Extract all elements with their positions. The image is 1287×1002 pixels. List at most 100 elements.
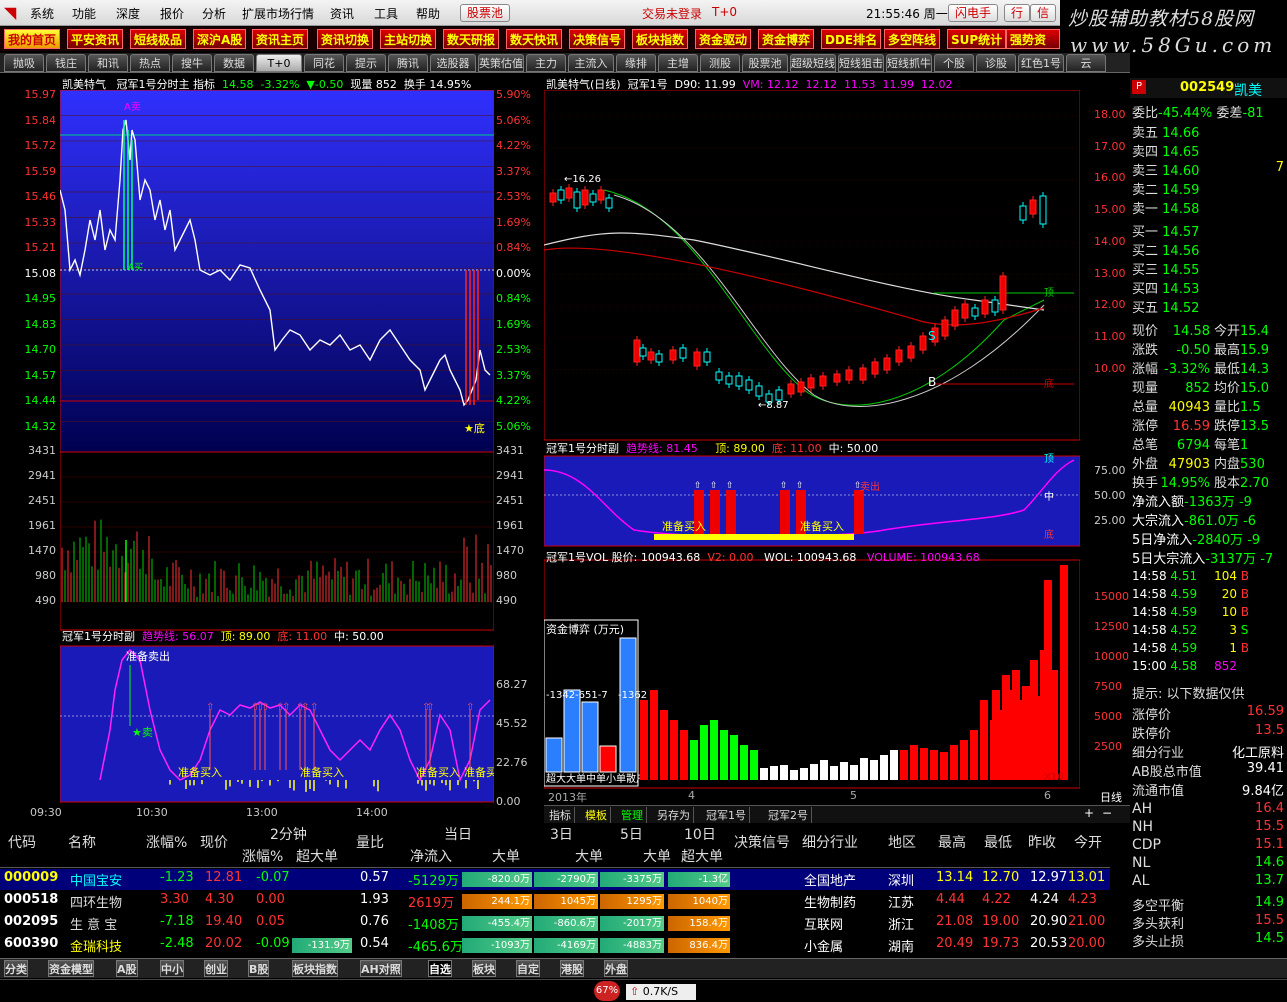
market-tab-11[interactable]: 港股 bbox=[560, 960, 584, 977]
column-header[interactable]: 最低 bbox=[984, 832, 1012, 852]
stock-pool-button[interactable]: 股票池 bbox=[460, 4, 511, 22]
menu-depth[interactable]: 深度 bbox=[116, 5, 140, 22]
menu-quote[interactable]: 报价 bbox=[160, 5, 184, 22]
market-tab-9[interactable]: 板块 bbox=[472, 960, 496, 977]
toolbar-7[interactable]: 数天研报 bbox=[443, 29, 500, 49]
column-header[interactable]: 最高 bbox=[938, 832, 966, 852]
tab-22[interactable]: 诊股 bbox=[976, 54, 1016, 72]
ask-row[interactable]: 卖五 14.66 bbox=[1132, 122, 1286, 141]
market-tab-8[interactable]: 自选 bbox=[428, 960, 452, 977]
market-tab-5[interactable]: B股 bbox=[248, 960, 270, 977]
bid-row[interactable]: 买五 14.52 bbox=[1132, 297, 1286, 316]
tab-19[interactable]: 短线狙击 bbox=[838, 54, 884, 72]
market-tab-6[interactable]: 板块指数 bbox=[292, 960, 338, 977]
tab-1[interactable]: 钱庄 bbox=[46, 54, 86, 72]
menu-analysis[interactable]: 分析 bbox=[202, 5, 226, 22]
column-header[interactable]: 昨收 bbox=[1028, 832, 1056, 852]
tab-13[interactable]: 主流入 bbox=[568, 54, 614, 72]
toolbar-4[interactable]: 资讯主页 bbox=[252, 29, 309, 49]
column-header[interactable]: 10日 bbox=[684, 824, 716, 844]
market-tab-4[interactable]: 创业 bbox=[204, 960, 228, 977]
tab-8[interactable]: 提示 bbox=[346, 54, 386, 72]
ask-row[interactable]: 卖一 14.58 bbox=[1132, 198, 1286, 217]
toolbar-9[interactable]: 决策信号 bbox=[569, 29, 626, 49]
info-button[interactable]: 信 bbox=[1030, 4, 1057, 22]
menu-system[interactable]: 系统 bbox=[30, 5, 54, 22]
tab-3[interactable]: 热点 bbox=[130, 54, 170, 72]
tab-23[interactable]: 红色1号 bbox=[1018, 54, 1064, 72]
tab-21[interactable]: 个股 bbox=[934, 54, 974, 72]
toolbar-0[interactable]: 我的首页 bbox=[4, 29, 61, 49]
daily-tab-1[interactable]: 模板 bbox=[582, 807, 611, 823]
column-header[interactable]: 今开 bbox=[1074, 832, 1102, 852]
market-button[interactable]: 行 bbox=[1004, 4, 1031, 22]
column-header[interactable]: 决策信号 bbox=[734, 832, 790, 852]
menu-extended-market[interactable]: 扩展市场行情 bbox=[242, 5, 314, 22]
tab-14[interactable]: 缘排 bbox=[616, 54, 656, 72]
tab-16[interactable]: 测股 bbox=[700, 54, 740, 72]
column-header[interactable]: 2分钟 bbox=[270, 824, 307, 844]
tab-0[interactable]: 抛吸 bbox=[4, 54, 44, 72]
tab-15[interactable]: 主增 bbox=[658, 54, 698, 72]
tab-2[interactable]: 和讯 bbox=[88, 54, 128, 72]
column-header[interactable]: 超大单 bbox=[681, 846, 723, 866]
tab-9[interactable]: 腾讯 bbox=[388, 54, 428, 72]
zoom-in-icon[interactable]: + bbox=[1084, 806, 1094, 820]
toolbar-15[interactable]: SUP统计 bbox=[947, 29, 1007, 49]
column-header[interactable]: 地区 bbox=[888, 832, 916, 852]
column-header[interactable]: 名称 bbox=[68, 832, 96, 852]
market-tab-12[interactable]: 外盘 bbox=[604, 960, 628, 977]
toolbar-14[interactable]: 多空阵线 bbox=[884, 29, 941, 49]
column-header[interactable]: 大单 bbox=[575, 846, 603, 866]
market-tab-0[interactable]: 分类 bbox=[4, 960, 28, 977]
daily-tab-0[interactable]: 指标 bbox=[546, 807, 575, 823]
zoom-out-icon[interactable]: − bbox=[1102, 806, 1112, 820]
ask-row[interactable]: 卖三 14.60 7 bbox=[1132, 160, 1286, 179]
tab-24[interactable]: 云 bbox=[1066, 54, 1106, 72]
bid-row[interactable]: 买二 14.56 bbox=[1132, 240, 1286, 259]
flash-trade-button[interactable]: 闪电手 bbox=[948, 4, 999, 22]
tab-11[interactable]: 英策估值 bbox=[478, 54, 524, 72]
column-header[interactable]: 当日 bbox=[444, 824, 472, 844]
tab-4[interactable]: 搜牛 bbox=[172, 54, 212, 72]
toolbar-2[interactable]: 短线极品 bbox=[130, 29, 187, 49]
bid-row[interactable]: 买三 14.55 bbox=[1132, 259, 1286, 278]
tab-10[interactable]: 选股器 bbox=[430, 54, 476, 72]
menu-news[interactable]: 资讯 bbox=[330, 5, 354, 22]
toolbar-11[interactable]: 资金驱动 bbox=[695, 29, 752, 49]
bid-row[interactable]: 买四 14.53 bbox=[1132, 278, 1286, 297]
tab-5[interactable]: 数据 bbox=[214, 54, 254, 72]
column-header[interactable]: 5日 bbox=[620, 824, 643, 844]
daily-tab-4[interactable]: 冠军1号 bbox=[703, 807, 750, 823]
column-header[interactable]: 超大单 bbox=[296, 846, 338, 866]
column-header[interactable]: 细分行业 bbox=[802, 832, 858, 852]
daily-tab-3[interactable]: 另存为 bbox=[654, 807, 694, 823]
toolbar-10[interactable]: 板块指数 bbox=[632, 29, 689, 49]
intraday-chart[interactable]: A卖A买★底⇧⇧⇧⇧⇧⇧⇧⇧⇧⇧⇧⇧准备卖出★卖准备买入准备买入准备买入准备买入 bbox=[60, 90, 494, 805]
column-header[interactable]: 现价 bbox=[200, 832, 228, 852]
toolbar-16[interactable]: 强势资金 bbox=[1006, 29, 1060, 67]
column-header[interactable]: 大单 bbox=[643, 846, 671, 866]
tab-7[interactable]: 同花 bbox=[304, 54, 344, 72]
daily-tab-2[interactable]: 管理 bbox=[618, 807, 647, 823]
toolbar-5[interactable]: 资讯切换 bbox=[317, 29, 374, 49]
column-header[interactable]: 代码 bbox=[8, 832, 36, 852]
market-tab-10[interactable]: 自定 bbox=[516, 960, 540, 977]
tab-6[interactable]: T+0 bbox=[256, 54, 302, 72]
tab-12[interactable]: 主力 bbox=[526, 54, 566, 72]
toolbar-1[interactable]: 平安资讯 bbox=[67, 29, 124, 49]
toolbar-3[interactable]: 深沪A股 bbox=[193, 29, 247, 49]
menu-help[interactable]: 帮助 bbox=[416, 5, 440, 22]
ask-row[interactable]: 卖四 14.65 bbox=[1132, 141, 1286, 160]
daily-tab-5[interactable]: 冠军2号 bbox=[765, 807, 812, 823]
column-header[interactable]: 涨幅% bbox=[242, 846, 283, 866]
column-header[interactable]: 量比 bbox=[356, 832, 384, 852]
tab-17[interactable]: 股票池 bbox=[742, 54, 788, 72]
market-tab-3[interactable]: 中小 bbox=[160, 960, 184, 977]
toolbar-8[interactable]: 数天快讯 bbox=[506, 29, 563, 49]
column-header[interactable]: 涨幅% bbox=[146, 832, 187, 852]
market-tab-2[interactable]: A股 bbox=[116, 960, 138, 977]
column-header[interactable]: 大单 bbox=[492, 846, 520, 866]
tab-20[interactable]: 短线抓牛 bbox=[886, 54, 932, 72]
column-header[interactable]: 3日 bbox=[550, 824, 573, 844]
